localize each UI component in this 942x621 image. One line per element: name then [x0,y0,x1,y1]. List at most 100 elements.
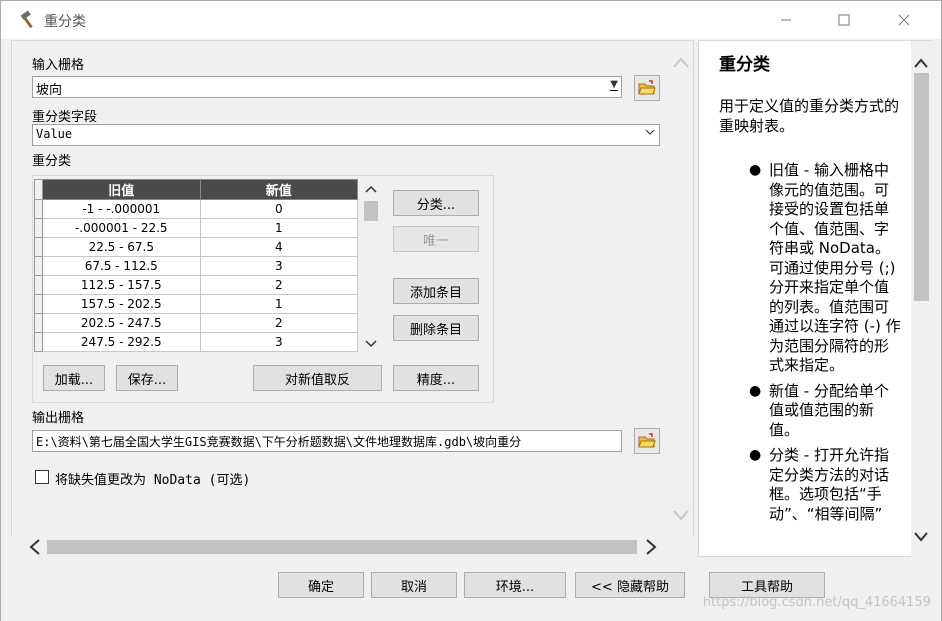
row-header[interactable] [34,294,43,314]
window-title: 重分类 [44,14,86,30]
output-raster-browse-button[interactable] [634,428,660,454]
minimize-icon [781,19,791,21]
output-raster-label: 输出栅格 [32,411,85,426]
old-value-cell[interactable]: -1 - -.000001 [41,199,201,219]
help-item-classify: ● 分类 - 打开允许指定分类方法的对话框。选项包括“手动”、“相等间隔” [749,446,890,523]
watermark: https://blog.csdn.net/qq_41664159 [702,595,931,610]
reclass-field-value: Value [36,127,73,141]
nodata-checkbox[interactable] [35,470,49,484]
old-value-cell[interactable]: 202.5 - 247.5 [41,313,201,333]
parameters-vertical-scrollbar[interactable] [668,41,694,537]
help-vertical-scrollbar[interactable] [911,41,931,557]
reclassify-dialog: 重分类 输入栅格 坡向 ▼ 重分类字段 Value 重分类 旧值 新值 -1 -… [0,0,942,621]
title-bar: 重分类 [1,1,941,39]
bullet-icon: ● [749,162,762,178]
table-row[interactable]: 202.5 - 247.5 2 [34,313,359,333]
cancel-button[interactable]: 取消 [371,572,457,598]
old-value-cell[interactable]: 67.5 - 112.5 [41,256,201,276]
hammer-icon [20,10,33,29]
new-value-cell[interactable]: 3 [199,332,359,352]
old-value-cell[interactable]: 112.5 - 157.5 [41,275,201,295]
nodata-checkbox-label: 将缺失值更改为 NoData (可选) [55,473,251,488]
row-header[interactable] [34,218,43,238]
output-raster-value: E:\资料\第七届全国大学生GIS竞赛数据\下午分析题数据\文件地理数据库.gd… [36,435,522,449]
close-button[interactable] [881,1,927,39]
new-value-cell[interactable]: 2 [199,275,359,295]
input-raster-value: 坡向 [36,83,63,98]
help-item-new-value: ● 新值 - 分配给单个值或值范围的新值。 [749,381,889,439]
chevron-down-icon [644,126,656,141]
parameters-horizontal-scrollbar[interactable] [11,537,694,557]
ok-button[interactable]: 确定 [278,572,364,598]
chevron-right-icon [646,539,657,555]
chevron-up-icon [673,57,689,68]
help-title: 重分类 [719,55,770,75]
precision-button[interactable]: 精度... [393,365,479,391]
unique-button[interactable]: 唯一 [393,226,479,252]
classify-button[interactable]: 分类... [393,190,479,216]
old-value-cell[interactable]: 157.5 - 202.5 [41,294,201,314]
chevron-up-icon [914,58,928,68]
minimize-button[interactable] [763,1,809,39]
help-item-old-value: ● 旧值 - 输入栅格中像元的值范围。可接受的设置包括单个值、值范围、字符串或 … [749,161,901,374]
help-pane: 重分类 用于定义值的重分类方式的重映射表。 ● 旧值 - 输入栅格中像元的值范围… [698,40,931,557]
input-raster-label: 输入栅格 [32,58,85,73]
reclass-label: 重分类 [32,154,72,169]
parameters-pane: 输入栅格 坡向 ▼ 重分类字段 Value 重分类 旧值 新值 -1 - -.0… [11,40,694,557]
environments-button[interactable]: 环境... [464,572,566,598]
table-row[interactable]: -.000001 - 22.5 1 [34,218,359,238]
input-raster-dropdown[interactable]: 坡向 ▼ [32,76,622,98]
open-folder-icon [638,80,656,95]
help-scroll-thumb [914,73,929,301]
output-raster-input[interactable]: E:\资料\第七届全国大学生GIS竞赛数据\下午分析题数据\文件地理数据库.gd… [32,430,622,452]
delete-entry-button[interactable]: 删除条目 [393,315,479,341]
new-value-cell[interactable]: 0 [199,199,359,219]
dropdown-arrow-icon: ▼ [610,79,618,91]
new-value-cell[interactable]: 3 [199,256,359,276]
old-value-header[interactable]: 旧值 [41,179,201,200]
horizontal-scroll-thumb [47,540,637,554]
old-value-cell[interactable]: -.000001 - 22.5 [41,218,201,238]
chevron-down-icon [673,510,689,521]
table-scroll-thumb [364,201,378,221]
old-value-cell[interactable]: 22.5 - 67.5 [41,237,201,257]
table-row[interactable]: 22.5 - 67.5 4 [34,237,359,257]
table-row[interactable]: -1 - -.000001 0 [34,199,359,219]
open-folder-icon [638,433,656,448]
chevron-down-icon [365,340,377,348]
maximize-button[interactable] [821,1,867,39]
input-raster-browse-button[interactable] [634,75,660,101]
chevron-left-icon [29,539,40,555]
close-icon [898,14,910,26]
old-value-cell[interactable]: 247.5 - 292.5 [41,332,201,352]
new-value-cell[interactable]: 1 [199,218,359,238]
hide-help-button[interactable]: << 隐藏帮助 [575,572,685,598]
new-value-cell[interactable]: 1 [199,294,359,314]
new-value-cell[interactable]: 2 [199,313,359,333]
row-header[interactable] [34,275,43,295]
reclass-table[interactable]: 旧值 新值 -1 - -.000001 0 -.000001 - 22.5 1 22… [34,179,359,352]
dialog-footer: 确定 取消 环境... << 隐藏帮助 工具帮助 [1,560,941,621]
reverse-new-values-button[interactable]: 对新值取反 [253,365,382,391]
new-value-header[interactable]: 新值 [199,179,359,200]
row-header[interactable] [34,256,43,276]
reclass-field-dropdown[interactable]: Value [32,124,660,146]
chevron-down-icon [914,532,928,542]
row-header[interactable] [34,199,43,219]
table-row[interactable]: 247.5 - 292.5 3 [34,332,359,352]
row-header[interactable] [34,237,43,257]
table-row[interactable]: 157.5 - 202.5 1 [34,294,359,314]
add-entry-button[interactable]: 添加条目 [393,278,479,304]
row-header[interactable] [34,313,43,333]
help-list: ● 旧值 - 输入栅格中像元的值范围。可接受的设置包括单个值、值范围、字符串或 … [749,161,902,530]
new-value-cell[interactable]: 4 [199,237,359,257]
row-header[interactable] [34,332,43,352]
chevron-up-icon [365,185,377,193]
save-button[interactable]: 保存... [116,365,178,391]
load-button[interactable]: 加载... [43,365,105,391]
table-row[interactable]: 112.5 - 157.5 2 [34,275,359,295]
reclass-field-label: 重分类字段 [32,110,98,125]
row-header-corner [34,179,43,200]
table-row[interactable]: 67.5 - 112.5 3 [34,256,359,276]
table-scrollbar[interactable] [360,179,382,355]
